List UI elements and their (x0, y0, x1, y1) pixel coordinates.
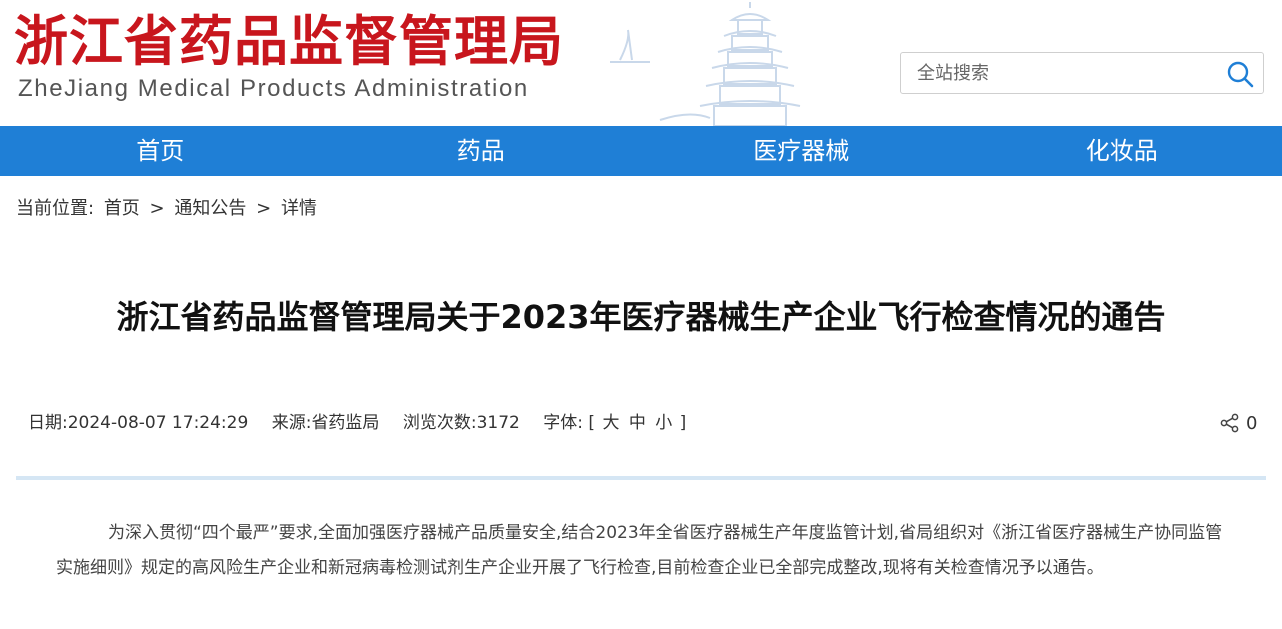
share-icon[interactable] (1220, 413, 1240, 433)
search-input[interactable] (901, 53, 1211, 93)
article-paragraph: 为深入贯彻“四个最严”要求,全面加强医疗器械产品质量安全,结合2023年全省医疗… (56, 523, 1223, 578)
meta-source-label: 来源: (271, 413, 312, 433)
meta-source: 来源:省药监局 (272, 413, 380, 433)
article-meta: 日期:2024-08-07 17:24:29 来源:省药监局 浏览次数:3172… (28, 410, 704, 436)
nav-item-cosmetics[interactable]: 化妆品 (962, 126, 1282, 176)
breadcrumb-current: 详情 (280, 198, 317, 219)
meta-views: 浏览次数:3172 (403, 413, 520, 433)
content-divider (16, 476, 1266, 480)
breadcrumb-home[interactable]: 首页 (104, 198, 140, 219)
nav-item-home[interactable]: 首页 (0, 126, 321, 176)
breadcrumb-separator: > (149, 198, 165, 219)
site-logo-chinese[interactable]: 浙江省药品监督管理局 (14, 6, 564, 76)
font-size-large-button[interactable]: 大 (600, 413, 621, 433)
meta-source-value: 省药监局 (311, 413, 380, 433)
meta-views-value: 3172 (476, 413, 520, 433)
font-size-medium-button[interactable]: 中 (627, 413, 648, 433)
meta-date-value: 2024-08-07 17:24:29 (67, 413, 249, 433)
share-widget: 0 (1220, 410, 1257, 436)
nav-item-medical-devices[interactable]: 医疗器械 (641, 126, 962, 176)
font-bracket-open: [ (588, 413, 596, 433)
article-title: 浙江省药品监督管理局关于2023年医疗器械生产企业飞行检查情况的通告 (116, 298, 1166, 336)
site-header: 浙江省药品监督管理局 ZheJiang Medical Products Adm… (0, 0, 1282, 126)
main-nav: 首页 药品 医疗器械 化妆品 (0, 126, 1282, 176)
meta-font-size: 字体: [ 大 中 小 ] (543, 413, 686, 433)
meta-date-label: 日期: (28, 413, 68, 433)
breadcrumb-separator: > (256, 198, 272, 219)
site-logo-english: ZheJiang Medical Products Administration (18, 75, 529, 102)
breadcrumb-notices[interactable]: 通知公告 (174, 198, 246, 219)
share-count: 0 (1246, 412, 1258, 434)
meta-font-label: 字体: (543, 413, 583, 433)
font-size-small-button[interactable]: 小 (653, 413, 674, 433)
search-icon[interactable] (1225, 59, 1255, 89)
nav-item-drugs[interactable]: 药品 (321, 126, 642, 176)
breadcrumb: 当前位置: 首页 > 通知公告 > 详情 (16, 196, 321, 222)
pagoda-watermark-icon (610, 2, 801, 126)
breadcrumb-prefix: 当前位置: (16, 198, 95, 219)
search-box (900, 52, 1264, 94)
font-bracket-close: ] (679, 413, 687, 433)
meta-date: 日期:2024-08-07 17:24:29 (28, 413, 248, 433)
meta-views-label: 浏览次数: (402, 413, 477, 433)
